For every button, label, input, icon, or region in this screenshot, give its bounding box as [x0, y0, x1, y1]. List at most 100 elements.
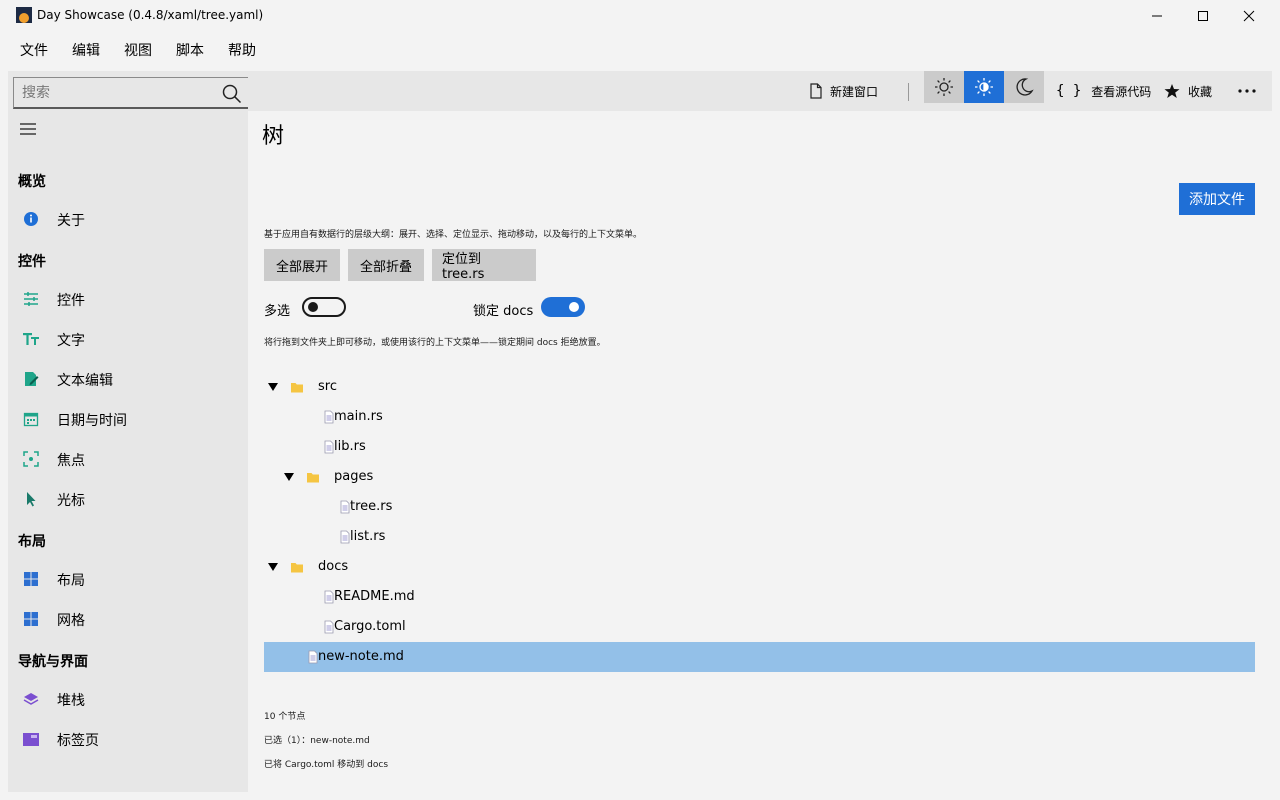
- move-status: 已将 Cargo.toml 移动到 docs: [264, 760, 389, 770]
- tree-file-row[interactable]: new-note.md: [264, 642, 1255, 672]
- tree-item-label: new-note.md: [318, 649, 404, 664]
- folder-icon: [307, 473, 319, 483]
- section-layout: 布局: [18, 534, 46, 550]
- maximize-button[interactable]: [1180, 0, 1226, 31]
- half-sun-icon: [975, 78, 993, 96]
- multi-select-toggle[interactable]: [302, 297, 346, 317]
- locate-button[interactable]: 定位到 tree.rs: [432, 249, 536, 282]
- toolbar: 新建窗口 { } 查看源代码 收藏: [248, 71, 1272, 111]
- sidebar-item-tabs[interactable]: 标签页: [8, 719, 248, 759]
- title-bar: Day Showcase (0.4.8/xaml/tree.yaml): [0, 0, 1280, 31]
- section-navigation: 导航与界面: [18, 654, 88, 670]
- expand-all-button[interactable]: 全部展开: [264, 249, 340, 281]
- text-icon: [22, 330, 40, 348]
- sidebar-item-stack[interactable]: 堆栈: [8, 679, 248, 719]
- expand-chevron-icon[interactable]: [267, 381, 279, 393]
- folder-icon: [291, 563, 303, 573]
- tree-item-label: main.rs: [334, 409, 383, 424]
- tree-folder-row[interactable]: pages: [264, 462, 1255, 492]
- tree-item-label: README.md: [334, 589, 415, 604]
- grid-icon: [22, 610, 40, 628]
- braces-icon: { }: [1056, 83, 1082, 99]
- add-file-button[interactable]: 添加文件: [1179, 183, 1255, 215]
- sidebar-item-layout[interactable]: 布局: [8, 559, 248, 599]
- tree-item-label: docs: [318, 559, 349, 574]
- more-options-button[interactable]: [1238, 71, 1264, 111]
- search-icon[interactable]: [222, 84, 242, 104]
- sun-icon: [935, 78, 953, 96]
- sidebar-item-controls[interactable]: 控件: [8, 279, 248, 319]
- new-window-button[interactable]: 新建窗口: [810, 71, 878, 111]
- tree-file-row[interactable]: list.rs: [264, 522, 1255, 552]
- sidebar-item-focus[interactable]: 焦点: [8, 439, 248, 479]
- close-icon: [1243, 10, 1255, 21]
- search-input[interactable]: [22, 78, 217, 108]
- tree-item-label: src: [318, 379, 337, 394]
- section-overview: 概览: [18, 174, 46, 190]
- collapse-all-button[interactable]: 全部折叠: [348, 249, 424, 281]
- info-icon: [22, 210, 40, 228]
- favorite-button[interactable]: 收藏: [1164, 71, 1212, 111]
- menu-view[interactable]: 视图: [112, 36, 164, 66]
- stack-icon: [22, 690, 40, 708]
- edit-icon: [22, 370, 40, 388]
- tree-folder-row[interactable]: docs: [264, 552, 1255, 582]
- drag-hint: 将行拖到文件夹上即可移动，或使用该行的上下文菜单——锁定期间 docs 拒绝放置…: [264, 338, 606, 348]
- app-logo-icon: [16, 7, 32, 23]
- calendar-icon: [22, 410, 40, 428]
- sliders-icon: [22, 290, 40, 308]
- tree-item-label: Cargo.toml: [334, 619, 406, 634]
- lock-docs-label: 锁定 docs: [473, 304, 534, 319]
- sidebar: 概览 关于 控件 控件 文字 文本编辑 日期与时间 焦点: [8, 71, 251, 792]
- menu-script[interactable]: 脚本: [164, 36, 216, 66]
- minimize-icon: [1152, 15, 1162, 16]
- menu-bar: 文件 编辑 视图 脚本 帮助: [8, 36, 268, 66]
- tree-item-label: list.rs: [350, 529, 386, 544]
- menu-edit[interactable]: 编辑: [60, 36, 112, 66]
- page-description: 基于应用自有数据行的层级大纲：展开、选择、定位显示、拖动移动，以及每行的上下文菜…: [264, 230, 643, 240]
- tree-file-row[interactable]: lib.rs: [264, 432, 1255, 462]
- sidebar-item-text-edit[interactable]: 文本编辑: [8, 359, 248, 399]
- sidebar-item-about[interactable]: 关于: [8, 199, 248, 239]
- moon-icon: [1016, 78, 1034, 96]
- tree-file-row[interactable]: main.rs: [264, 402, 1255, 432]
- tree-item-label: lib.rs: [334, 439, 366, 454]
- menu-help[interactable]: 帮助: [216, 36, 268, 66]
- tree-file-row[interactable]: tree.rs: [264, 492, 1255, 522]
- auto-theme-button[interactable]: [964, 71, 1004, 103]
- dark-theme-button[interactable]: [1004, 71, 1044, 103]
- folder-icon: [291, 383, 303, 393]
- minimize-button[interactable]: [1134, 0, 1180, 31]
- star-icon: [1164, 84, 1180, 98]
- tree-item-label: tree.rs: [350, 499, 393, 514]
- selection-status: 已选（1）：new-note.md: [264, 736, 370, 746]
- tree-folder-row[interactable]: src: [264, 372, 1255, 402]
- menu-file[interactable]: 文件: [8, 36, 60, 66]
- sidebar-item-date-time[interactable]: 日期与时间: [8, 399, 248, 439]
- document-icon: [810, 83, 822, 99]
- search-box: [13, 77, 251, 109]
- sidebar-item-grid[interactable]: 网格: [8, 599, 248, 639]
- hamburger-menu-icon[interactable]: [18, 121, 38, 137]
- tree-file-row[interactable]: Cargo.toml: [264, 612, 1255, 642]
- expand-chevron-icon[interactable]: [283, 471, 295, 483]
- lock-docs-toggle[interactable]: [541, 297, 585, 317]
- light-theme-button[interactable]: [924, 71, 964, 103]
- tabs-icon: [22, 730, 40, 748]
- tree-file-row[interactable]: README.md: [264, 582, 1255, 612]
- tree-item-label: pages: [334, 469, 374, 484]
- sidebar-item-cursor[interactable]: 光标: [8, 479, 248, 519]
- expand-chevron-icon[interactable]: [267, 561, 279, 573]
- layout-icon: [22, 570, 40, 588]
- close-button[interactable]: [1226, 0, 1272, 31]
- maximize-icon: [1198, 10, 1208, 21]
- more-icon: [1238, 89, 1256, 93]
- section-controls: 控件: [18, 254, 46, 270]
- node-count: 10 个节点: [264, 712, 306, 722]
- view-source-button[interactable]: { } 查看源代码: [1056, 71, 1151, 111]
- focus-icon: [22, 450, 40, 468]
- cursor-icon: [22, 490, 40, 508]
- sidebar-item-text[interactable]: 文字: [8, 319, 248, 359]
- multi-select-label: 多选: [264, 304, 291, 319]
- page-title: 树: [262, 124, 285, 149]
